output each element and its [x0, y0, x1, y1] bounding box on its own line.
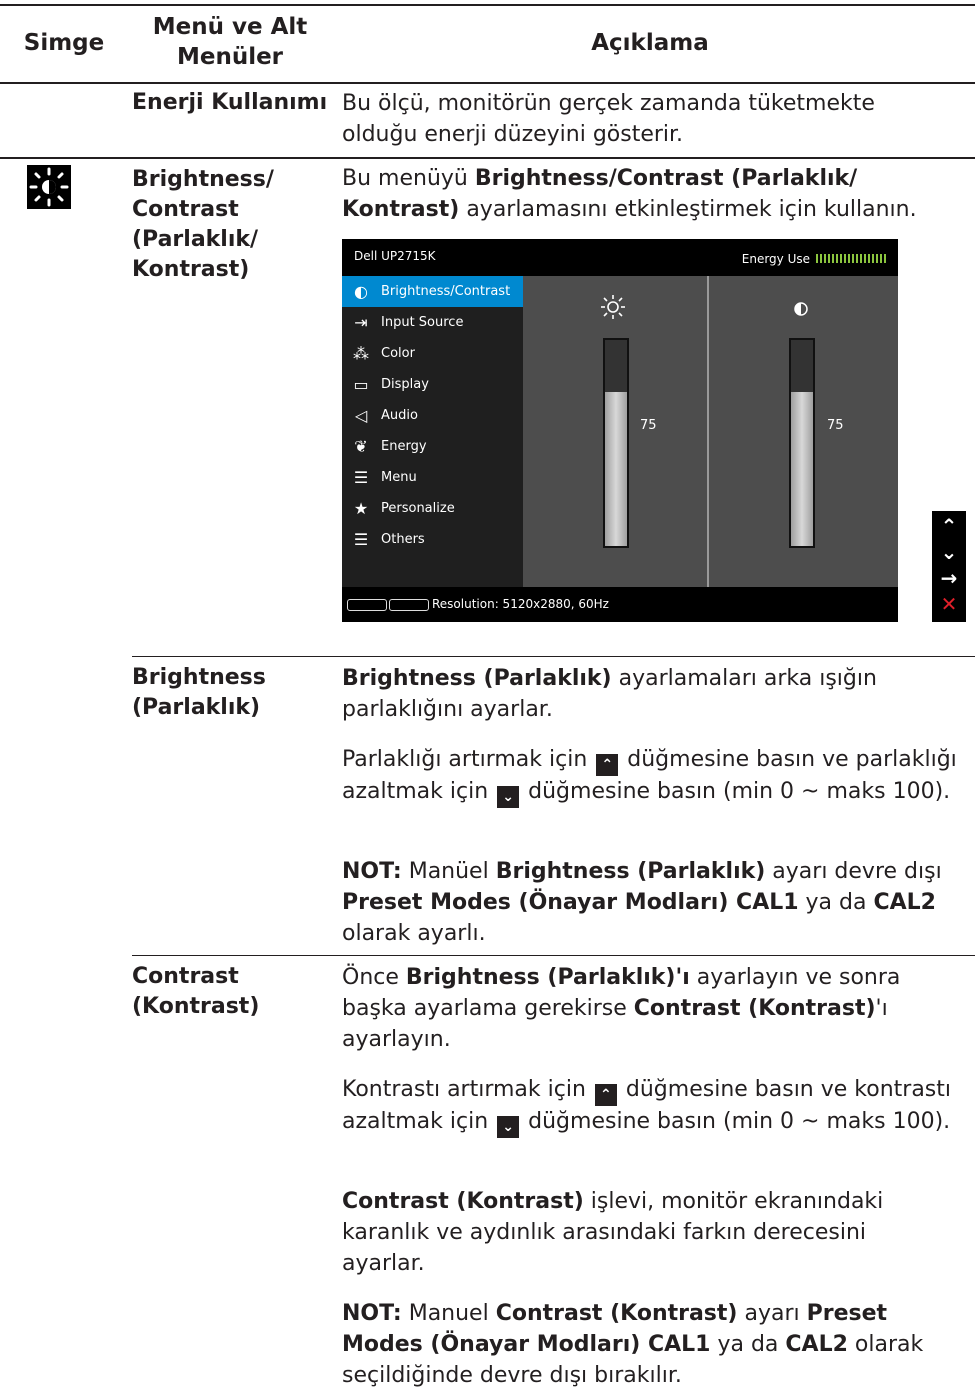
bc-desc: Bu menüyü Brightness/Contrast (Parlaklık…	[342, 166, 917, 222]
osd-brightness-fill	[605, 391, 627, 546]
osd-menu-item-audio[interactable]: ◁ Audio	[342, 400, 523, 431]
energy-desc: Bu ölçü, monitörün gerçek zamanda tüketm…	[342, 91, 875, 147]
osd-title: Dell UP2715K	[354, 249, 436, 263]
input-source-icon: ⇥	[354, 313, 368, 332]
osd-energy-label: Energy Use	[741, 252, 810, 266]
osd-sun-icon	[600, 294, 626, 320]
color-icon: ⁂	[353, 344, 369, 363]
display-icon: ▭	[353, 375, 369, 394]
brightness-p2: Parlaklığı artırmak için ⌃ düğmesine bas…	[342, 744, 957, 808]
osd-menu-item-color[interactable]: ⁂ Color	[342, 338, 523, 369]
osd-menu-item-energy[interactable]: ❦ Energy	[342, 431, 523, 462]
bc-bottom-rule	[132, 656, 975, 657]
energy-icon: ❦	[354, 437, 368, 456]
brightness-term: Brightness (Parlaklık)	[132, 665, 266, 720]
down-arrow-icon[interactable]: ⌄	[932, 539, 966, 565]
header-desc-col: Açıklama	[591, 30, 709, 56]
osd-brightness-value: 75	[640, 418, 657, 433]
contrast-p1: Önce Brightness (Parlaklık)'ı ayarlayın …	[342, 965, 901, 1052]
brightness-icon: ◐	[354, 282, 368, 301]
contrast-p3: Contrast (Kontrast) işlevi, monitör ekra…	[342, 1189, 884, 1276]
brightness-bottom-rule	[132, 955, 975, 956]
osd-footer: Resolution: 5120x2880, 60Hz	[342, 587, 898, 622]
table-top-rule	[0, 4, 975, 6]
osd-menu-item-personalize[interactable]: ★ Personalize	[342, 493, 523, 524]
energy-bottom-rule	[0, 157, 975, 159]
osd-brightness-slider[interactable]	[603, 338, 629, 548]
up-button-icon: ⌃	[594, 1084, 617, 1106]
contrast-term: Contrast (Kontrast)	[132, 964, 260, 1019]
osd-menu-item-input-source[interactable]: ⇥ Input Source	[342, 307, 523, 338]
osd-menu-item-others[interactable]: ☰ Others	[342, 524, 523, 555]
displayport-icon-2	[389, 599, 429, 611]
osd-resolution: Resolution: 5120x2880, 60Hz	[432, 597, 609, 611]
contrast-p2: Kontrastı artırmak için ⌃ düğmesine bası…	[342, 1074, 957, 1138]
contrast-note: NOT: Manuel Contrast (Kontrast) ayarı Pr…	[342, 1301, 924, 1388]
menu-icon: ☰	[353, 468, 369, 487]
down-button-icon: ⌄	[497, 1116, 520, 1138]
close-icon[interactable]: ✕	[932, 591, 966, 617]
header-menu-col: Menü ve Alt Menüler	[152, 14, 308, 70]
right-arrow-icon[interactable]: →	[932, 565, 966, 591]
osd-menu: ◐ Brightness/Contrast ⇥ Input Source ⁂ Colo…	[342, 276, 523, 587]
osd-panel-divider	[707, 276, 709, 587]
brightness-contrast-icon	[27, 165, 71, 209]
audio-icon: ◁	[354, 406, 368, 425]
up-arrow-icon[interactable]: ⌃	[932, 513, 966, 539]
osd-energy-meter	[816, 254, 886, 263]
up-button-icon: ⌃	[596, 754, 619, 776]
osd-contrast-icon	[794, 301, 808, 316]
brightness-note: NOT: Manüel Brightness (Parlaklık) ayarı…	[342, 859, 942, 946]
star-icon: ★	[353, 499, 369, 518]
others-icon: ☰	[353, 530, 369, 549]
osd-contrast-slider[interactable]	[789, 338, 815, 548]
displayport-icon	[347, 599, 387, 611]
osd-menu-item-menu[interactable]: ☰ Menu	[342, 462, 523, 493]
bc-term: Brightness/ Contrast (Parlaklık/ Kontras…	[132, 167, 274, 282]
osd-menu-item-display[interactable]: ▭ Display	[342, 369, 523, 400]
osd-nav-buttons: ⌃ ⌄ → ✕	[932, 511, 966, 622]
header-icon-col: Simge	[23, 30, 105, 56]
brightness-p1: Brightness (Parlaklık) ayarlamaları arka…	[342, 666, 877, 722]
osd-menu-item-brightness-contrast[interactable]: ◐ Brightness/Contrast	[342, 276, 523, 307]
osd-screenshot: Dell UP2715K Energy Use ◐ Brightness/Cont…	[342, 239, 898, 622]
osd-contrast-fill	[791, 391, 813, 546]
energy-term: Enerji Kullanımı	[132, 90, 328, 115]
osd-contrast-value: 75	[827, 418, 844, 433]
header-bottom-rule	[0, 82, 975, 84]
down-button-icon: ⌄	[497, 786, 520, 808]
